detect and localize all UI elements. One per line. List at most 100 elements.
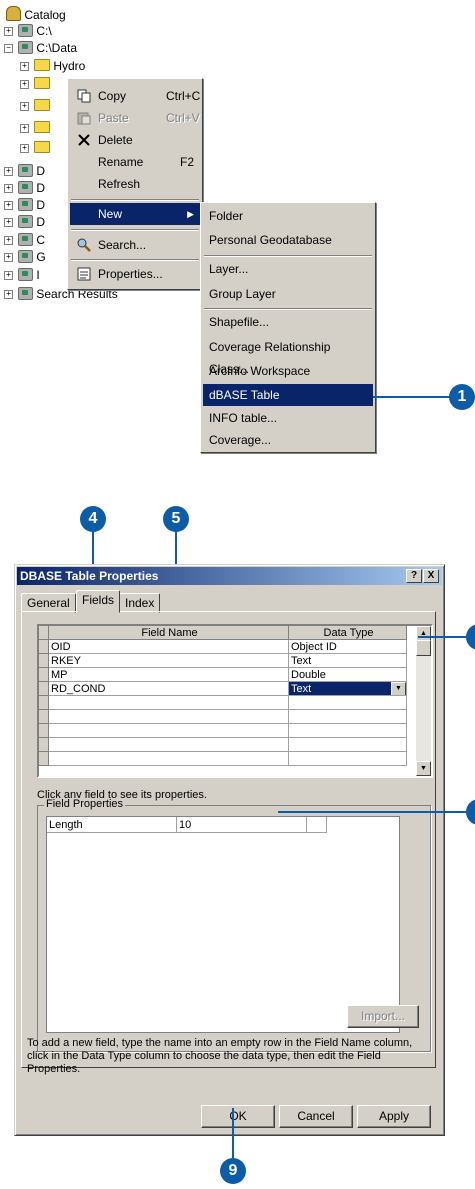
tree-item-hidden[interactable]: + xyxy=(20,120,50,136)
database-icon xyxy=(18,215,33,228)
cancel-button[interactable]: Cancel xyxy=(279,1105,353,1128)
table-cell[interactable]: RKEY xyxy=(49,654,289,668)
tree-item-c-data[interactable]: − C:\Data xyxy=(4,40,77,56)
dialog-title: DBASE Table Properties xyxy=(20,569,159,583)
menu-item-properties[interactable]: Properties... xyxy=(70,263,200,285)
tree-label: Hydro xyxy=(53,59,86,73)
column-header-field-name[interactable]: Field Name xyxy=(49,626,289,640)
tab-fields[interactable]: Fields xyxy=(76,590,121,613)
search-results-icon xyxy=(18,287,33,300)
data-type-dropdown[interactable]: Text ▼ xyxy=(289,682,407,696)
collapse-icon[interactable]: − xyxy=(4,44,13,53)
menu-item-delete[interactable]: Delete xyxy=(70,129,200,151)
tree-item-hidden[interactable]: + xyxy=(20,76,50,92)
network-icon xyxy=(18,268,33,281)
property-name: Length xyxy=(47,817,177,833)
new-submenu: Folder Personal Geodatabase Layer... Gro… xyxy=(200,202,376,453)
tree-item-hydro[interactable]: + Hydro xyxy=(20,58,85,74)
folder-icon xyxy=(34,59,50,71)
menu-item-new[interactable]: New ▶ xyxy=(70,203,200,225)
submenu-item-coverage-relationship-class[interactable]: Coverage Relationship Class... xyxy=(203,336,373,376)
drive-icon xyxy=(18,181,33,194)
instructions-text: To add a new field, type the name into a… xyxy=(27,1037,413,1075)
tab-general[interactable]: General xyxy=(21,593,76,613)
properties-icon xyxy=(77,267,91,281)
server-icon xyxy=(18,233,33,246)
tab-index[interactable]: Index xyxy=(119,593,161,613)
tree-label: C:\ xyxy=(36,24,52,38)
expand-icon[interactable]: + xyxy=(4,290,13,299)
submenu-item-arcinfo-workspace[interactable]: ArcInfo Workspace xyxy=(203,360,373,382)
table-cell[interactable]: Text xyxy=(289,654,407,668)
tree-item-d[interactable]: + D xyxy=(4,197,45,213)
tree-label: Catalog xyxy=(24,8,66,22)
submenu-item-group-layer[interactable]: Group Layer xyxy=(203,283,373,305)
delete-x-icon xyxy=(78,134,90,146)
submenu-item-personal-geodatabase[interactable]: Personal Geodatabase xyxy=(203,229,373,251)
submenu-item-shapefile[interactable]: Shapefile... xyxy=(203,311,373,333)
scroll-down-icon[interactable]: ▼ xyxy=(416,761,431,776)
drive-icon xyxy=(18,41,33,54)
table-cell[interactable]: OID xyxy=(49,640,289,654)
dropdown-arrow-icon[interactable]: ▼ xyxy=(391,682,406,695)
expand-icon[interactable]: + xyxy=(4,27,13,36)
menu-item-refresh[interactable]: Refresh xyxy=(70,173,200,195)
field-properties-grid[interactable]: Length 10 xyxy=(46,816,400,1033)
import-button[interactable]: Import... xyxy=(347,1005,419,1028)
tree-item-hidden[interactable]: + xyxy=(20,98,50,114)
callout-1: 1 xyxy=(449,384,475,410)
dialog-titlebar[interactable]: DBASE Table Properties ? X xyxy=(17,567,442,585)
menu-item-search[interactable]: Search... xyxy=(70,234,200,256)
drive-icon xyxy=(18,164,33,177)
apply-button[interactable]: Apply xyxy=(357,1105,431,1128)
property-value-length[interactable]: 10 xyxy=(177,817,307,833)
table-cell[interactable]: MP xyxy=(49,668,289,682)
scrollbar[interactable]: ▲ ▼ xyxy=(416,626,431,776)
menu-item-copy[interactable]: Copy Ctrl+C xyxy=(70,85,200,107)
callout-line xyxy=(373,396,451,398)
tree-item-d[interactable]: + D xyxy=(4,163,45,179)
submenu-item-layer[interactable]: Layer... xyxy=(203,258,373,280)
help-icon[interactable]: ? xyxy=(406,569,422,583)
menu-item-paste[interactable]: Paste Ctrl+V xyxy=(70,107,200,129)
drive-icon xyxy=(18,198,33,211)
tree-item-c[interactable]: + C xyxy=(4,232,45,248)
submenu-item-coverage[interactable]: Coverage... xyxy=(203,429,373,451)
tree-item-d[interactable]: + D xyxy=(4,214,45,230)
table-cell[interactable]: RD_COND xyxy=(49,682,289,696)
callout-4: 4 xyxy=(80,506,106,532)
submenu-arrow-icon: ▶ xyxy=(187,209,194,219)
paste-icon xyxy=(77,112,91,125)
tree-label: C:\Data xyxy=(36,41,78,55)
scroll-up-icon[interactable]: ▲ xyxy=(416,626,431,641)
dbase-table-properties-dialog: DBASE Table Properties ? X General Field… xyxy=(14,564,445,1136)
callout-line xyxy=(278,811,475,813)
catalog-icon xyxy=(6,6,21,21)
tree-item-i[interactable]: + I xyxy=(4,267,40,283)
fields-grid[interactable]: Field Name Data Type OID Object ID RKEY … xyxy=(37,624,433,778)
tree-item-d[interactable]: + D xyxy=(4,180,45,196)
expand-icon[interactable]: + xyxy=(20,62,29,71)
tree-item-g[interactable]: + G xyxy=(4,249,46,265)
submenu-item-folder[interactable]: Folder xyxy=(203,205,373,227)
table-cell[interactable]: Double xyxy=(289,668,407,682)
drive-icon xyxy=(18,24,33,37)
callout-partial xyxy=(466,624,475,650)
search-icon xyxy=(77,238,91,252)
tree-item-catalog[interactable]: Catalog xyxy=(6,6,66,22)
field-properties-label: Field Properties xyxy=(44,798,126,810)
copy-icon xyxy=(77,89,91,103)
close-icon[interactable]: X xyxy=(423,569,439,583)
submenu-item-dbase-table[interactable]: dBASE Table xyxy=(203,384,373,406)
table-cell[interactable]: Object ID xyxy=(289,640,407,654)
scroll-thumb[interactable] xyxy=(416,640,431,656)
menu-item-rename[interactable]: Rename F2 xyxy=(70,151,200,173)
ok-button[interactable]: OK xyxy=(201,1105,275,1128)
submenu-item-info-table[interactable]: INFO table... xyxy=(203,407,373,429)
column-header-data-type[interactable]: Data Type xyxy=(289,626,407,640)
callout-5: 5 xyxy=(163,506,189,532)
globe-icon xyxy=(18,250,33,263)
context-menu: Copy Ctrl+C Paste Ctrl+V Delete Rename F… xyxy=(67,78,203,290)
tree-item-c-drive[interactable]: + C:\ xyxy=(4,23,52,39)
tree-item-hidden[interactable]: + xyxy=(20,140,50,156)
